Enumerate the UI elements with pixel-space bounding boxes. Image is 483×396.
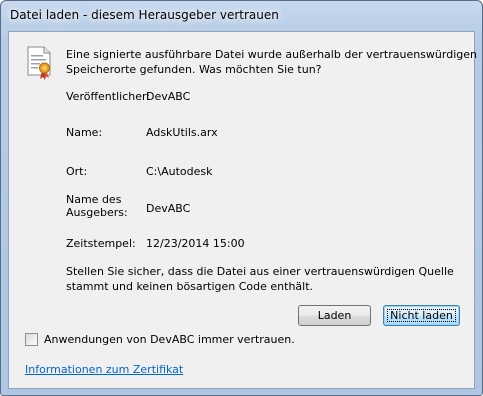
load-button[interactable]: Laden [298,305,371,326]
warning-line-2: stammt und keinen bösartigen Code enthäl… [66,280,314,293]
always-trust-label[interactable]: Anwendungen von DevABC immer vertrauen. [44,333,295,346]
certificate-info-link[interactable]: Informationen zum Zertifikat [25,363,183,376]
always-trust-checkbox[interactable] [25,333,38,346]
timestamp-value: 12/23/2014 15:00 [146,237,245,250]
name-value: AdskUtils.arx [146,126,218,139]
warning-line-1: Stellen Sie sicher, dass die Datei aus e… [66,265,454,278]
dialog-body: Eine signierte ausführbare Datei wurde a… [8,31,477,389]
location-label: Ort: [66,165,88,178]
issuer-label-line-1: Name des [66,193,122,206]
focus-rectangle [387,309,456,322]
publisher-label: Veröffentlicher: [66,90,151,103]
message-line-1: Eine signierte ausführbare Datei wurde a… [66,48,477,61]
location-value: C:\Autodesk [146,165,213,178]
message-line-2: Speicherorte gefunden. Was möchten Sie t… [66,63,322,76]
dialog-window: Datei laden - diesem Herausgeber vertrau… [0,0,483,396]
window-title: Datei laden - diesem Herausgeber vertrau… [10,8,279,22]
dont-load-button[interactable]: Nicht laden [383,305,460,326]
publisher-value: DevABC [146,90,191,103]
title-bar[interactable]: Datei laden - diesem Herausgeber vertrau… [1,1,482,31]
issuer-label-line-2: Ausgebers: [66,206,128,219]
certificate-icon [27,46,51,80]
timestamp-label: Zeitstempel: [66,237,136,250]
name-label: Name: [66,126,103,139]
issuer-value: DevABC [146,202,191,215]
